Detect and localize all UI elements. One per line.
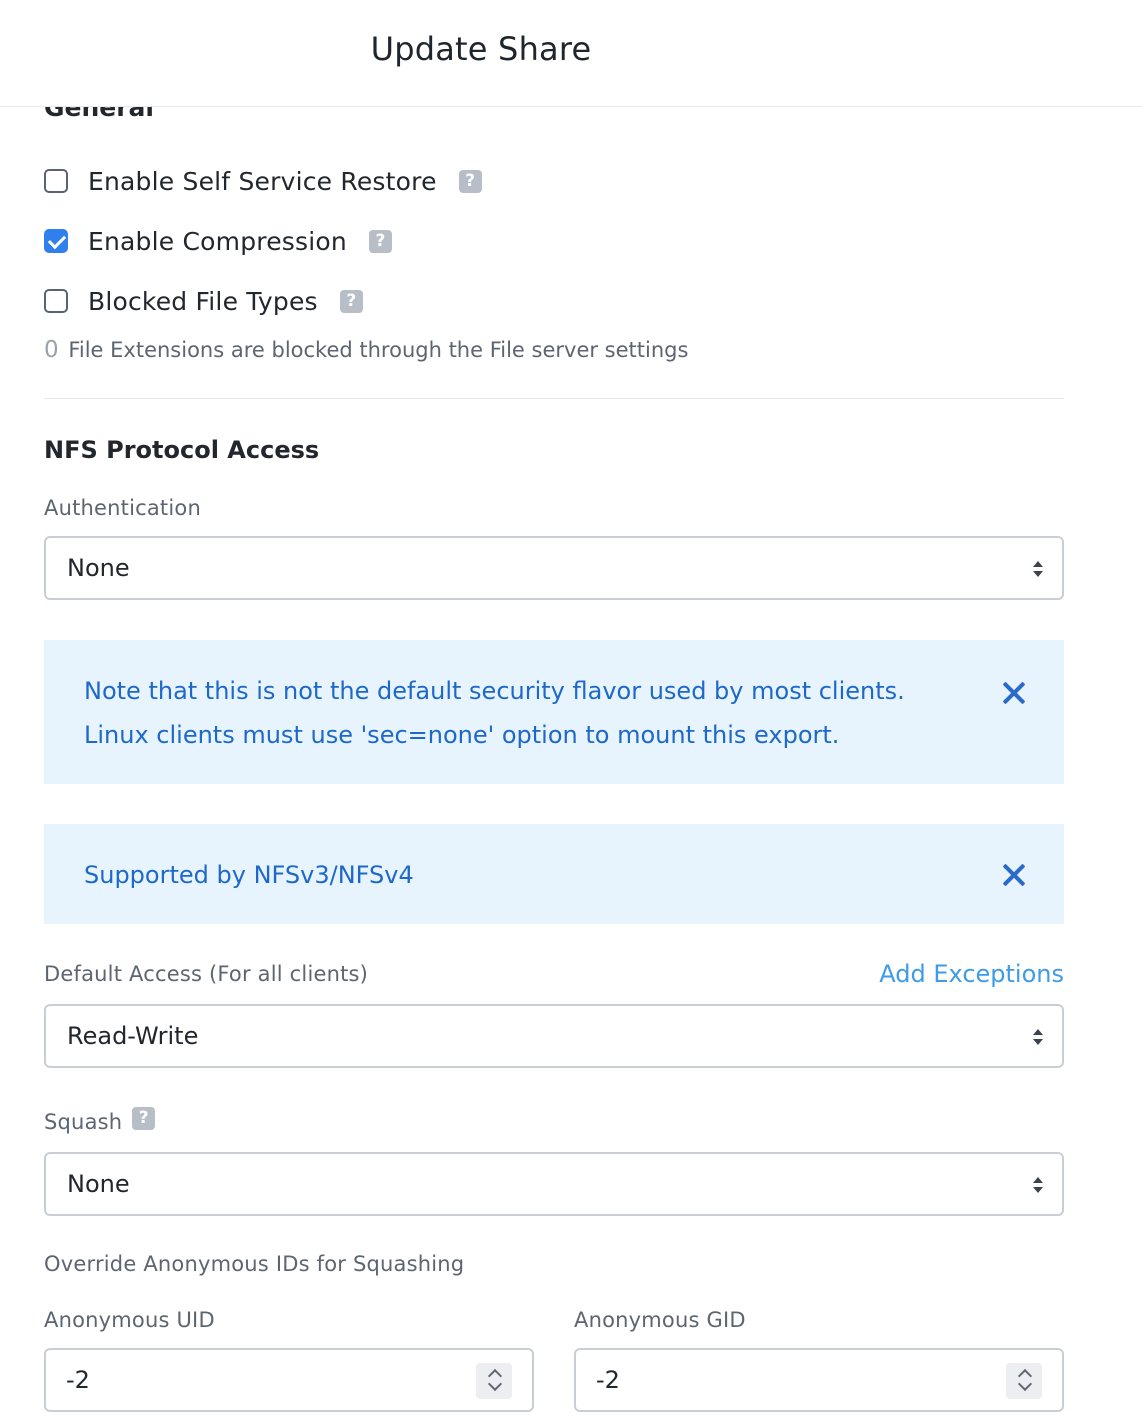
blocked-file-types-label[interactable]: Blocked File Types [88, 287, 318, 316]
chevron-down-icon[interactable] [1017, 1379, 1031, 1393]
squash-select[interactable]: None [44, 1152, 1064, 1216]
nfs-version-alert-text: Supported by NFSv3/NFSv4 [84, 861, 414, 889]
self-service-restore-checkbox[interactable] [44, 169, 68, 193]
override-ids-label: Override Anonymous IDs for Squashing [44, 1252, 465, 1276]
security-alert-line1: Note that this is not the default securi… [84, 677, 905, 705]
default-access-select[interactable]: Read-Write [44, 1004, 1064, 1068]
close-icon[interactable] [1002, 681, 1026, 705]
anonymous-gid-label: Anonymous GID [574, 1308, 746, 1332]
anonymous-gid-value: -2 [596, 1366, 620, 1394]
section-heading-nfs: NFS Protocol Access [44, 436, 320, 464]
squash-value: None [67, 1170, 130, 1198]
form-body: General Enable Self Service Restore ? En… [0, 0, 1142, 1424]
help-icon[interactable]: ? [132, 1106, 156, 1130]
security-alert-line2: Linux clients must use 'sec=none' option… [84, 721, 840, 749]
nfs-version-alert: Supported by NFSv3/NFSv4 [44, 824, 1064, 924]
compression-row[interactable]: Enable Compression ? [44, 226, 392, 256]
security-flavor-alert: Note that this is not the default securi… [44, 640, 1064, 784]
blocked-file-types-row[interactable]: Blocked File Types ? [44, 286, 363, 316]
uid-stepper[interactable] [476, 1363, 512, 1399]
default-access-label: Default Access (For all clients) [44, 962, 369, 986]
blocked-extensions-count: 0 [44, 337, 59, 363]
blocked-extensions-note: 0 File Extensions are blocked through th… [44, 337, 688, 363]
compression-label[interactable]: Enable Compression [88, 227, 347, 256]
default-access-value: Read-Write [67, 1022, 199, 1050]
section-divider [44, 398, 1064, 399]
update-share-panel: General Enable Self Service Restore ? En… [0, 0, 1142, 1424]
squash-label: Squash [44, 1110, 123, 1134]
squash-label-row: Squash ? [44, 1106, 156, 1134]
page-title: Update Share [370, 30, 592, 68]
select-arrows-icon [1033, 559, 1043, 579]
authentication-select[interactable]: None [44, 536, 1064, 600]
authentication-label: Authentication [44, 496, 201, 520]
select-arrows-icon [1033, 1027, 1043, 1047]
anonymous-uid-value: -2 [66, 1366, 90, 1394]
self-service-restore-row[interactable]: Enable Self Service Restore ? [44, 166, 482, 196]
chevron-down-icon[interactable] [487, 1379, 501, 1393]
anonymous-uid-input[interactable]: -2 [44, 1348, 534, 1412]
help-icon[interactable]: ? [368, 229, 392, 253]
compression-checkbox[interactable] [44, 229, 68, 253]
help-icon[interactable]: ? [458, 169, 482, 193]
close-icon[interactable] [1002, 863, 1026, 887]
help-icon[interactable]: ? [339, 289, 363, 313]
add-exceptions-link[interactable]: Add Exceptions [879, 960, 1064, 988]
self-service-restore-label[interactable]: Enable Self Service Restore [88, 167, 437, 196]
gid-stepper[interactable] [1006, 1363, 1042, 1399]
anonymous-uid-label: Anonymous UID [44, 1308, 215, 1332]
authentication-value: None [67, 554, 130, 582]
anonymous-gid-input[interactable]: -2 [574, 1348, 1064, 1412]
modal-header: Update Share [0, 0, 1142, 107]
blocked-file-types-checkbox[interactable] [44, 289, 68, 313]
blocked-extensions-text: File Extensions are blocked through the … [68, 338, 689, 362]
select-arrows-icon [1033, 1175, 1043, 1195]
